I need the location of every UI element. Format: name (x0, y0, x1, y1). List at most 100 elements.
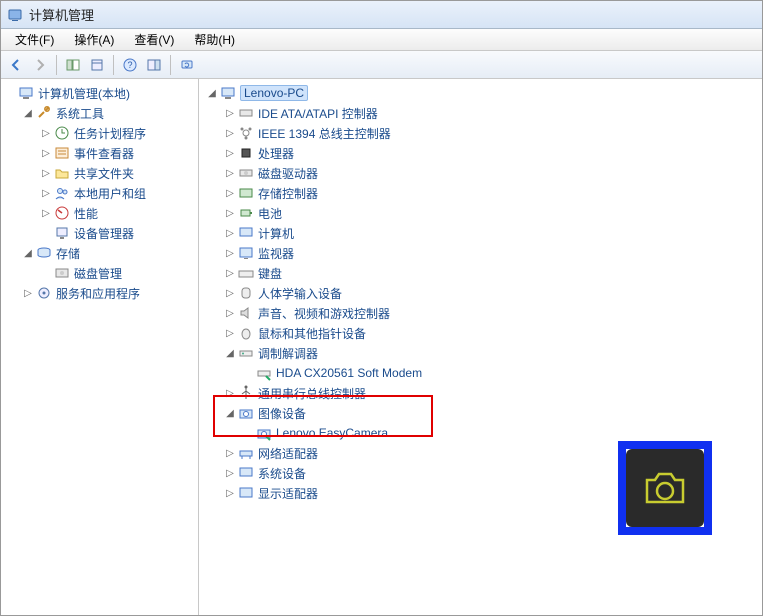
window-title: 计算机管理 (29, 5, 94, 24)
dev-modem-item[interactable]: ▷HDA CX20561 Soft Modem (241, 363, 756, 383)
dev-label: HDA CX20561 Soft Modem (276, 366, 422, 380)
properties-button[interactable] (86, 54, 108, 76)
tools-icon (36, 105, 52, 121)
dev-cpu[interactable]: ▷处理器 (223, 143, 756, 163)
expand-icon[interactable]: ▷ (223, 106, 237, 120)
expand-icon[interactable]: ▷ (39, 166, 53, 180)
dev-ieee1394[interactable]: ▷ IEEE 1394 总线主控制器 (223, 123, 756, 143)
dev-label: IDE ATA/ATAPI 控制器 (258, 105, 378, 122)
users-icon (54, 185, 70, 201)
tree-storage[interactable]: ◢ 存储 (21, 243, 196, 263)
dev-sound[interactable]: ▷声音、视频和游戏控制器 (223, 303, 756, 323)
tree-label: 性能 (74, 205, 98, 222)
expand-icon[interactable]: ▷ (223, 226, 237, 240)
event-icon (54, 145, 70, 161)
tree-performance[interactable]: ▷ 性能 (39, 203, 196, 223)
collapse-icon[interactable]: ◢ (21, 246, 35, 260)
right-pane[interactable]: ◢ Lenovo-PC ▷ IDE ATA/ATAPI 控制器 ▷ IEEE 139… (199, 79, 762, 615)
tree-system-tools[interactable]: ◢ 系统工具 (21, 103, 196, 123)
help-button[interactable]: ? (119, 54, 141, 76)
expand-icon[interactable]: ▷ (223, 166, 237, 180)
menu-file[interactable]: 文件(F) (5, 29, 64, 50)
tree-services-apps[interactable]: ▷服务和应用程序 (21, 283, 196, 303)
expand-icon[interactable]: ▷ (223, 146, 237, 160)
left-pane[interactable]: ▷ 计算机管理(本地) ◢ 系统工具 ▷任务计划程序 (1, 79, 199, 615)
dev-mouse[interactable]: ▷ 鼠标和其他指针设备 (223, 323, 756, 343)
dev-ide[interactable]: ▷ IDE ATA/ATAPI 控制器 (223, 103, 756, 123)
expand-icon[interactable]: ▷ (223, 446, 237, 460)
collapse-icon[interactable]: ◢ (223, 406, 237, 420)
perf-icon (54, 205, 70, 221)
dev-computer[interactable]: ▷计算机 (223, 223, 756, 243)
tree-event-viewer[interactable]: ▷事件查看器 (39, 143, 196, 163)
expand-icon[interactable]: ▷ (223, 466, 237, 480)
expand-icon[interactable]: ▷ (223, 486, 237, 500)
expand-icon[interactable]: ▷ (223, 306, 237, 320)
expand-icon[interactable]: ▷ (223, 126, 237, 140)
dev-imaging-item[interactable]: ▷Lenovo EasyCamera (241, 423, 756, 443)
expand-icon[interactable]: ▷ (223, 246, 237, 260)
dev-storagectl[interactable]: ▷存储控制器 (223, 183, 756, 203)
window-frame: 计算机管理 文件(F) 操作(A) 查看(V) 帮助(H) ? ▷ 计算机管理 (0, 0, 763, 616)
device-mgr-icon (54, 225, 70, 241)
dev-label: Lenovo EasyCamera (276, 426, 388, 440)
collapse-icon[interactable]: ◢ (21, 106, 35, 120)
dev-label: 鼠标和其他指针设备 (258, 325, 366, 342)
dev-battery[interactable]: ▷电池 (223, 203, 756, 223)
menu-action[interactable]: 操作(A) (64, 29, 124, 50)
tree-local-users[interactable]: ▷本地用户和组 (39, 183, 196, 203)
dev-modem[interactable]: ◢调制解调器 (223, 343, 756, 363)
usb-icon (238, 385, 254, 401)
dev-imaging[interactable]: ◢图像设备 (223, 403, 756, 423)
action-pane-button[interactable] (143, 54, 165, 76)
display-icon (238, 485, 254, 501)
refresh-button[interactable] (176, 54, 198, 76)
expand-icon[interactable]: ▷ (223, 206, 237, 220)
folder-share-icon (54, 165, 70, 181)
diskdrive-icon (238, 165, 254, 181)
dev-diskdrive[interactable]: ▷磁盘驱动器 (223, 163, 756, 183)
dev-label: IEEE 1394 总线主控制器 (258, 125, 391, 142)
forward-button[interactable] (29, 54, 51, 76)
expand-icon[interactable]: ▷ (223, 286, 237, 300)
tree-disk-mgmt[interactable]: ▷磁盘管理 (39, 263, 196, 283)
toolbar-separator (113, 55, 114, 75)
storage-icon (36, 245, 52, 261)
menu-help[interactable]: 帮助(H) (184, 29, 245, 50)
menu-view[interactable]: 查看(V) (124, 29, 184, 50)
device-root[interactable]: ◢ Lenovo-PC (205, 83, 756, 103)
dev-hid[interactable]: ▷ 人体学输入设备 (223, 283, 756, 303)
expand-icon[interactable]: ▷ (223, 266, 237, 280)
tree-task-scheduler[interactable]: ▷任务计划程序 (39, 123, 196, 143)
imaging-icon (238, 405, 254, 421)
tree-label: 设备管理器 (74, 225, 134, 242)
tree-shared-folders[interactable]: ▷共享文件夹 (39, 163, 196, 183)
device-root-label: Lenovo-PC (240, 85, 308, 101)
expand-icon[interactable]: ▷ (39, 186, 53, 200)
tree-root-local[interactable]: ▷ 计算机管理(本地) (3, 83, 196, 103)
collapse-icon[interactable]: ◢ (223, 346, 237, 360)
expand-icon[interactable]: ▷ (39, 146, 53, 160)
tree-label: 系统工具 (56, 105, 104, 122)
dev-monitor[interactable]: ▷监视器 (223, 243, 756, 263)
dev-keyboard[interactable]: ▷ 键盘 (223, 263, 756, 283)
expand-icon[interactable]: ▷ (223, 326, 237, 340)
collapse-icon[interactable]: ◢ (205, 86, 219, 100)
back-button[interactable] (5, 54, 27, 76)
expand-icon[interactable]: ▷ (223, 186, 237, 200)
dev-label: 人体学输入设备 (258, 285, 342, 302)
tree-device-manager[interactable]: ▷设备管理器 (39, 223, 196, 243)
expand-icon[interactable]: ▷ (223, 386, 237, 400)
computer-icon (220, 85, 236, 101)
computer-icon (238, 225, 254, 241)
show-hide-tree-button[interactable] (62, 54, 84, 76)
sound-icon (238, 305, 254, 321)
dev-usb[interactable]: ▷通用串行总线控制器 (223, 383, 756, 403)
dev-label: 系统设备 (258, 465, 306, 482)
expand-icon[interactable]: ▷ (39, 126, 53, 140)
expand-icon[interactable]: ▷ (21, 286, 35, 300)
dev-label: 键盘 (258, 265, 282, 282)
expand-icon[interactable]: ▷ (39, 206, 53, 220)
camera-icon (641, 468, 689, 508)
camera-badge-inner (626, 449, 704, 527)
